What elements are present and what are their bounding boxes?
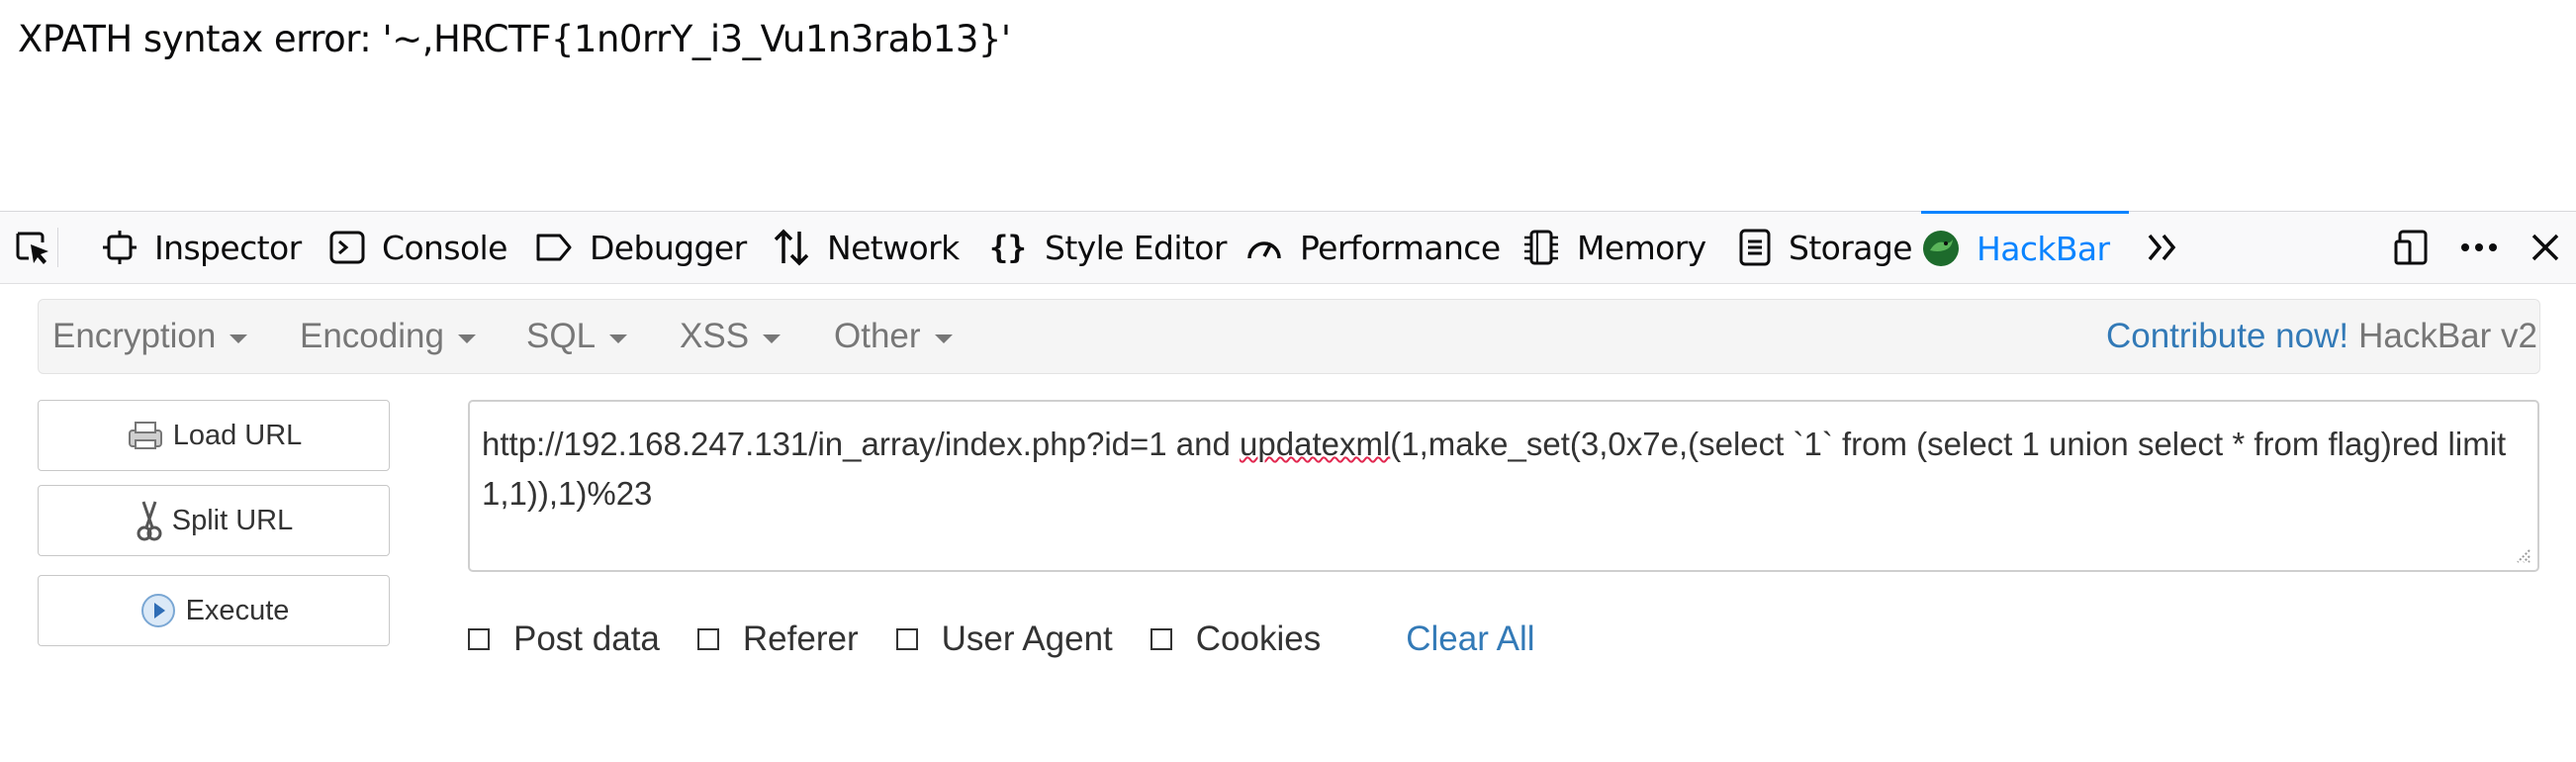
tab-inspector-label: Inspector xyxy=(154,228,302,267)
tab-hackbar-label: HackBar xyxy=(1977,229,2110,268)
url-text-part1: http://192.168.247.131/in_array/index.ph… xyxy=(482,426,1241,462)
execute-label: Execute xyxy=(185,594,290,626)
scissors-icon xyxy=(137,501,162,541)
tab-console-label: Console xyxy=(382,228,507,267)
tab-console[interactable]: Console xyxy=(328,212,507,283)
tab-network-label: Network xyxy=(827,228,960,267)
checkbox-box[interactable] xyxy=(696,628,719,650)
tab-storage[interactable]: Storage xyxy=(1737,212,1913,283)
cookies-checkbox[interactable]: Cookies xyxy=(1150,619,1321,659)
close-devtools-button[interactable] xyxy=(2529,212,2562,283)
debugger-icon xyxy=(536,234,572,261)
menu-encoding[interactable]: Encoding xyxy=(300,300,476,373)
menu-other[interactable]: Other xyxy=(834,300,953,373)
svg-text:{}: {} xyxy=(989,229,1026,266)
split-url-label: Split URL xyxy=(171,504,294,536)
xpath-error-message: XPATH syntax error: '~,HRCTF{1n0rrY_i3_V… xyxy=(18,18,1011,60)
menu-other-label: Other xyxy=(834,317,921,355)
tab-debugger-label: Debugger xyxy=(590,228,747,267)
caret-down-icon xyxy=(230,333,248,343)
load-url-label: Load URL xyxy=(172,419,303,451)
tab-performance-label: Performance xyxy=(1300,228,1501,267)
console-icon xyxy=(329,231,365,264)
tab-performance[interactable]: Performance xyxy=(1244,212,1501,283)
tab-style-editor-label: Style Editor xyxy=(1045,228,1227,267)
hackbar-version: HackBar v2 xyxy=(2358,317,2537,355)
caret-down-icon xyxy=(457,333,476,343)
clear-all-link[interactable]: Clear All xyxy=(1406,619,1534,659)
tab-hackbar[interactable]: HackBar xyxy=(1921,211,2129,283)
memory-icon xyxy=(1524,230,1558,265)
request-options: Post data Referer User Agent Cookies Cle… xyxy=(468,612,1535,667)
checkbox-box[interactable] xyxy=(468,628,490,650)
menu-encoding-label: Encoding xyxy=(300,317,444,355)
contribute-link[interactable]: Contribute now! xyxy=(2106,317,2348,356)
element-picker-button[interactable] xyxy=(14,228,58,267)
tab-debugger[interactable]: Debugger xyxy=(534,212,747,283)
network-icon xyxy=(774,229,809,266)
caret-down-icon xyxy=(609,333,628,343)
storage-icon xyxy=(1739,229,1771,266)
resize-grip-icon[interactable] xyxy=(2514,546,2531,564)
tab-style-editor[interactable]: {} Style Editor xyxy=(989,212,1227,283)
menu-xss[interactable]: XSS xyxy=(680,300,782,373)
element-picker-icon xyxy=(16,232,48,264)
dock-toggle-button[interactable] xyxy=(2392,212,2432,283)
tab-storage-label: Storage xyxy=(1789,228,1913,267)
caret-down-icon xyxy=(763,333,782,343)
load-url-icon xyxy=(128,422,162,449)
user-agent-label: User Agent xyxy=(941,619,1113,658)
devtools-menu-button[interactable] xyxy=(2457,212,2501,283)
more-tabs-button[interactable] xyxy=(2145,212,2180,283)
caret-down-icon xyxy=(934,333,953,343)
menu-sql-label: SQL xyxy=(526,317,597,355)
menu-xss-label: XSS xyxy=(680,317,750,355)
post-data-label: Post data xyxy=(513,619,660,658)
cookies-label: Cookies xyxy=(1195,619,1322,658)
menu-sql[interactable]: SQL xyxy=(526,300,628,373)
play-icon xyxy=(140,594,175,627)
execute-button[interactable]: Execute xyxy=(38,575,390,646)
menu-encryption-label: Encryption xyxy=(52,317,217,355)
inspector-icon xyxy=(103,231,137,264)
split-url-button[interactable]: Split URL xyxy=(38,485,390,556)
checkbox-box[interactable] xyxy=(895,628,918,650)
referer-checkbox[interactable]: Referer xyxy=(696,619,859,659)
post-data-checkbox[interactable]: Post data xyxy=(468,619,660,659)
url-textarea[interactable]: http://192.168.247.131/in_array/index.ph… xyxy=(468,400,2539,572)
devtools-toolbar: Inspector Console Debugger Network {} St… xyxy=(0,211,2576,284)
tab-network[interactable]: Network xyxy=(772,212,960,283)
url-spellcheck-word: updatexml xyxy=(1240,426,1391,462)
hackbar-icon xyxy=(1923,231,1959,266)
style-editor-icon: {} xyxy=(989,229,1027,266)
menu-encryption[interactable]: Encryption xyxy=(52,300,248,373)
load-url-button[interactable]: Load URL xyxy=(38,400,390,471)
contribute-area: Contribute now! HackBar v2 xyxy=(2106,300,2537,373)
tab-memory-label: Memory xyxy=(1577,228,1706,267)
close-icon xyxy=(2531,234,2559,261)
tab-memory[interactable]: Memory xyxy=(1521,212,1706,283)
checkbox-box[interactable] xyxy=(1150,628,1172,650)
dock-side-icon xyxy=(2394,230,2428,265)
more-options-icon xyxy=(2461,243,2497,251)
user-agent-checkbox[interactable]: User Agent xyxy=(895,619,1113,659)
hackbar-menu-bar: Encryption Encoding SQL XSS Other Contri… xyxy=(38,299,2540,374)
performance-icon xyxy=(1247,241,1281,259)
tab-inspector[interactable]: Inspector xyxy=(101,212,302,283)
double-chevron-right-icon xyxy=(2148,234,2176,261)
referer-label: Referer xyxy=(742,619,859,658)
